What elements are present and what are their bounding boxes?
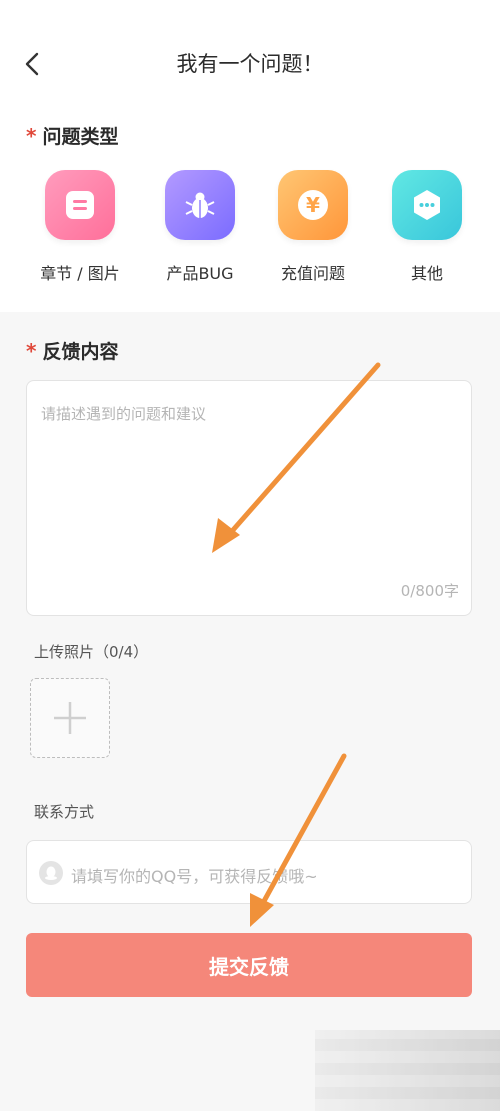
svg-text:¥: ¥ [306,193,320,217]
feedback-title: 反馈内容 [42,341,119,363]
category-label: 章节 / 图片 [40,264,120,283]
page-title: 我有一个问题！ [176,52,324,76]
bug-icon [165,170,235,240]
category-label: 充值问题 [280,264,345,283]
required-star: * [26,124,37,148]
contact-label: 联系方式 [34,803,95,821]
more-icon [392,170,462,240]
feedback-textarea[interactable]: 请描述遇到的问题和建议 0/800字 [26,380,472,616]
feedback-placeholder: 请描述遇到的问题和建议 [41,405,207,423]
feedback-heading: * 反馈内容 [26,337,118,364]
qq-icon [39,861,63,885]
pixelated-watermark [315,1030,500,1111]
yen-coin-icon: ¥ [278,170,348,240]
category-other[interactable]: 其他 [377,170,477,284]
problem-type-title: 问题类型 [42,126,119,148]
category-label: 其他 [410,264,443,283]
contact-input[interactable]: 请填写你的QQ号，可获得反馈哦~ [26,840,472,904]
category-chapter-image[interactable]: 章节 / 图片 [30,170,130,284]
category-product-bug[interactable]: 产品BUG [150,170,250,284]
submit-feedback-button[interactable]: 提交反馈 [26,933,472,997]
category-recharge[interactable]: ¥ 充值问题 [263,170,363,284]
upload-photo-button[interactable] [30,678,110,758]
category-label: 产品BUG [166,264,234,283]
problem-type-heading: * 问题类型 [26,122,118,149]
character-counter: 0/800字 [400,582,459,600]
plus-icon [54,702,86,734]
contact-placeholder: 请填写你的QQ号，可获得反馈哦~ [71,867,318,886]
chapter-icon [45,170,115,240]
upload-label: 上传照片（0/4） [34,643,149,661]
required-star: * [26,339,37,363]
